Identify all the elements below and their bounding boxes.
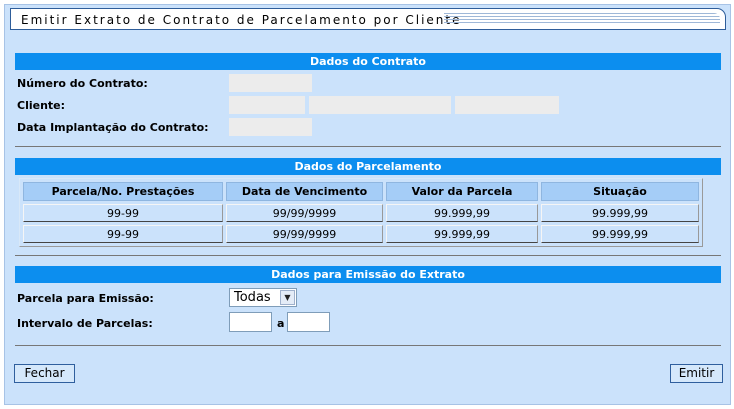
column-header: Parcela/No. Prestações <box>23 182 223 201</box>
cliente-label: Cliente: <box>17 99 66 112</box>
intervalo-separator: a <box>277 317 285 330</box>
intervalo-label: Intervalo de Parcelas: <box>17 317 153 330</box>
column-header: Situação <box>541 182 699 201</box>
numero-contrato-field[interactable] <box>229 74 312 92</box>
table-cell: 99.999,99 <box>541 225 699 243</box>
table-cell: 99.999,99 <box>541 204 699 222</box>
fechar-button[interactable]: Fechar <box>14 364 75 383</box>
table-cell: 99-99 <box>23 225 223 243</box>
parcela-emissao-select[interactable]: Todas ▼ <box>229 288 297 307</box>
cliente-documento-field[interactable] <box>455 96 559 114</box>
cliente-nome-field[interactable] <box>309 96 451 114</box>
emitir-button[interactable]: Emitir <box>670 364 723 383</box>
parcela-emissao-value: Todas <box>234 290 271 305</box>
table-cell: 99.999,99 <box>386 204 538 222</box>
page-title-tab: Emitir Extrato de Contrato de Parcelamen… <box>10 8 726 30</box>
divider <box>15 345 721 346</box>
section-header-emissao: Dados para Emissão do Extrato <box>15 266 721 283</box>
cliente-codigo-field[interactable] <box>229 96 305 114</box>
table-cell: 99.999,99 <box>386 225 538 243</box>
table-row: 99-99 99/99/9999 99.999,99 99.999,99 <box>23 225 699 243</box>
intervalo-fim-input[interactable] <box>287 312 330 332</box>
table-cell: 99-99 <box>23 204 223 222</box>
chevron-down-icon[interactable]: ▼ <box>280 290 295 305</box>
section-header-contrato: Dados do Contrato <box>15 53 721 70</box>
column-header: Data de Vencimento <box>226 182 383 201</box>
divider <box>15 146 721 147</box>
title-decoration <box>444 13 720 25</box>
divider <box>15 255 721 256</box>
table-row: 99-99 99/99/9999 99.999,99 99.999,99 <box>23 204 699 222</box>
page-title: Emitir Extrato de Contrato de Parcelamen… <box>21 13 462 27</box>
table-cell: 99/99/9999 <box>226 204 383 222</box>
parcela-emissao-label: Parcela para Emissão: <box>17 292 154 305</box>
intervalo-inicio-input[interactable] <box>229 312 272 332</box>
column-header: Valor da Parcela <box>386 182 538 201</box>
data-implantacao-field[interactable] <box>229 118 312 136</box>
table-cell: 99/99/9999 <box>226 225 383 243</box>
parcelas-table: Parcela/No. Prestações Data de Venciment… <box>19 178 703 247</box>
data-implantacao-label: Data Implantação do Contrato: <box>17 121 209 134</box>
numero-contrato-label: Número do Contrato: <box>17 77 148 90</box>
section-header-parcelamento: Dados do Parcelamento <box>15 158 721 175</box>
